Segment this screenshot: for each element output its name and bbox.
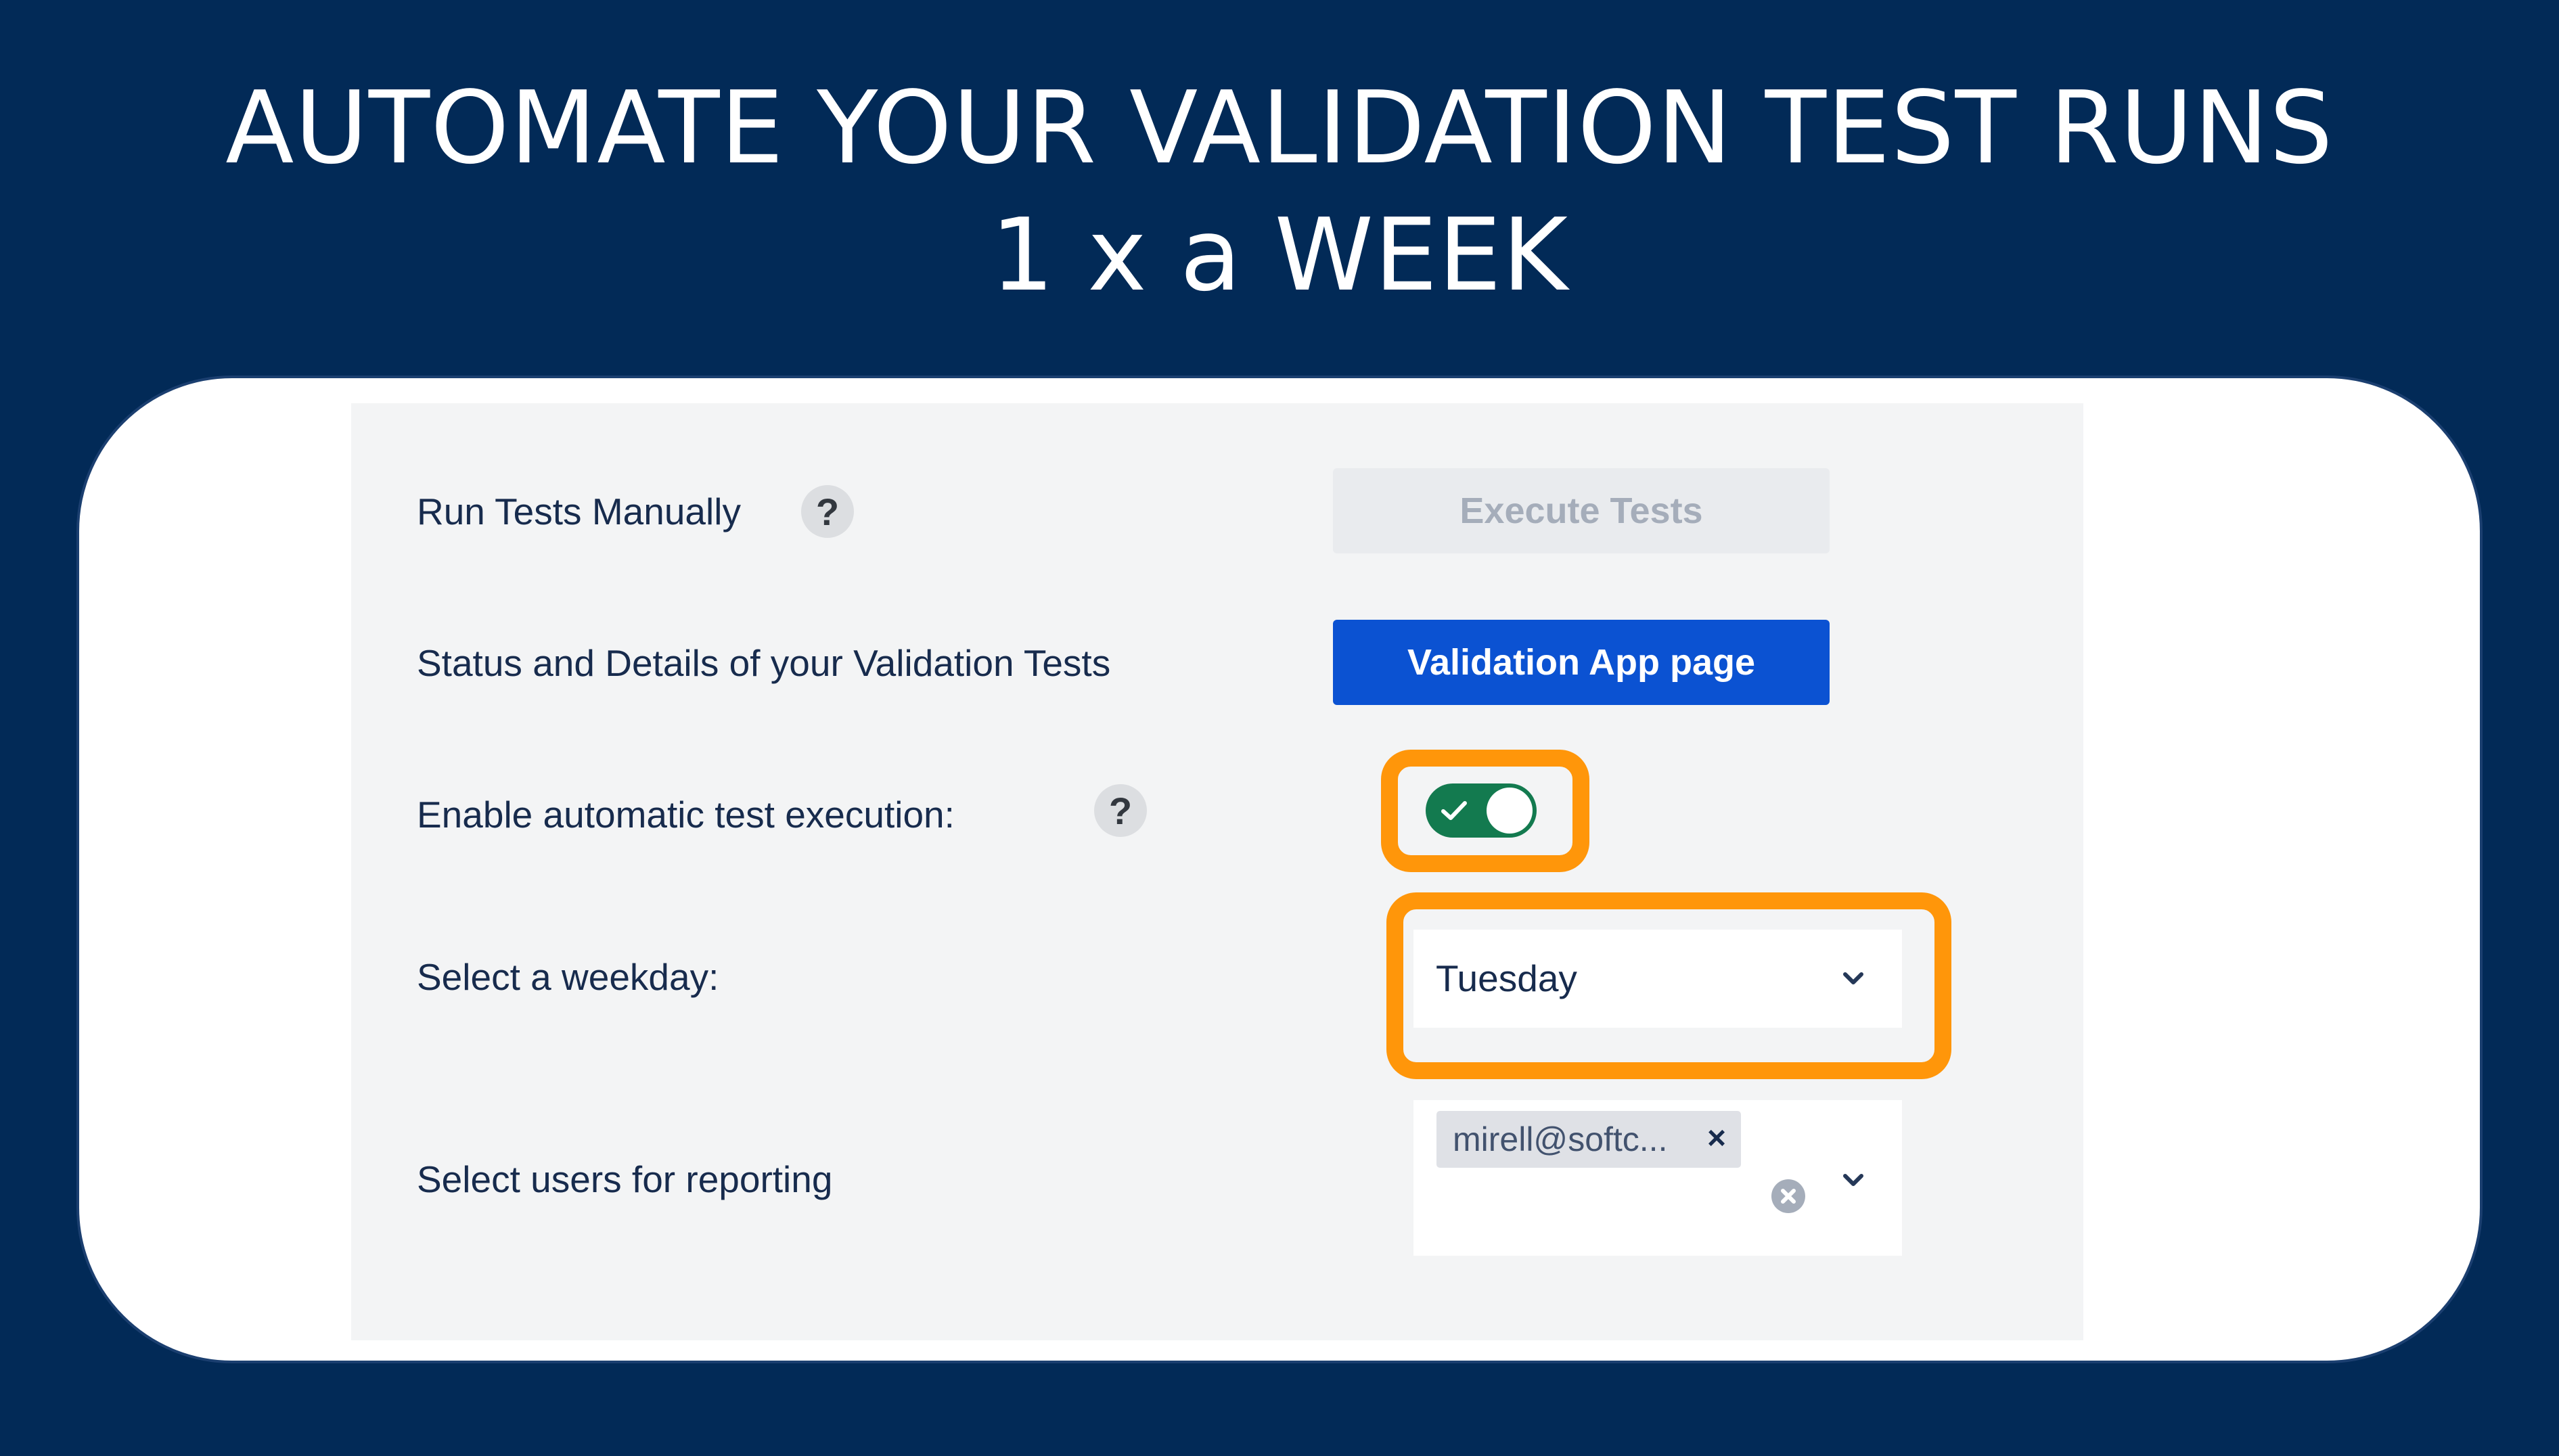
- weekday-value: Tuesday: [1436, 957, 1577, 999]
- chevron-down-icon[interactable]: [1840, 968, 1867, 989]
- validation-app-page-button[interactable]: Validation App page: [1333, 620, 1830, 705]
- check-icon: [1441, 801, 1467, 820]
- select-users-label: Select users for reporting: [417, 1158, 833, 1200]
- headline-line-1: AUTOMATE YOUR VALIDATION TEST RUNS: [225, 70, 2334, 186]
- status-details-label: Status and Details of your Validation Te…: [417, 642, 1111, 684]
- slide-headline: AUTOMATE YOUR VALIDATION TEST RUNS 1 x a…: [0, 64, 2559, 319]
- screenshot-card: Run Tests Manually ? Execute Tests Statu…: [76, 376, 2483, 1363]
- headline-line-2: 1 x a WEEK: [991, 197, 1568, 313]
- weekday-select[interactable]: Tuesday: [1413, 930, 1902, 1028]
- chevron-down-icon[interactable]: [1840, 1169, 1867, 1191]
- select-weekday-label: Select a weekday:: [417, 956, 719, 998]
- toggle-knob: [1487, 788, 1533, 834]
- clear-icon[interactable]: [1771, 1179, 1805, 1213]
- run-tests-manually-label: Run Tests Manually: [417, 491, 741, 532]
- help-icon-run-manually[interactable]: ?: [801, 485, 854, 538]
- user-chip-label: mirell@softc...: [1453, 1120, 1668, 1158]
- settings-panel: Run Tests Manually ? Execute Tests Statu…: [351, 403, 2083, 1340]
- auto-execution-toggle[interactable]: [1426, 783, 1537, 838]
- execute-tests-button[interactable]: Execute Tests: [1333, 468, 1830, 553]
- help-icon-auto-execution[interactable]: ?: [1094, 784, 1147, 837]
- remove-user-icon[interactable]: ×: [1707, 1119, 1726, 1158]
- user-chip: mirell@softc... ×: [1436, 1111, 1741, 1168]
- reporting-users-select[interactable]: mirell@softc... ×: [1413, 1100, 1902, 1256]
- enable-auto-execution-label: Enable automatic test execution:: [417, 794, 955, 836]
